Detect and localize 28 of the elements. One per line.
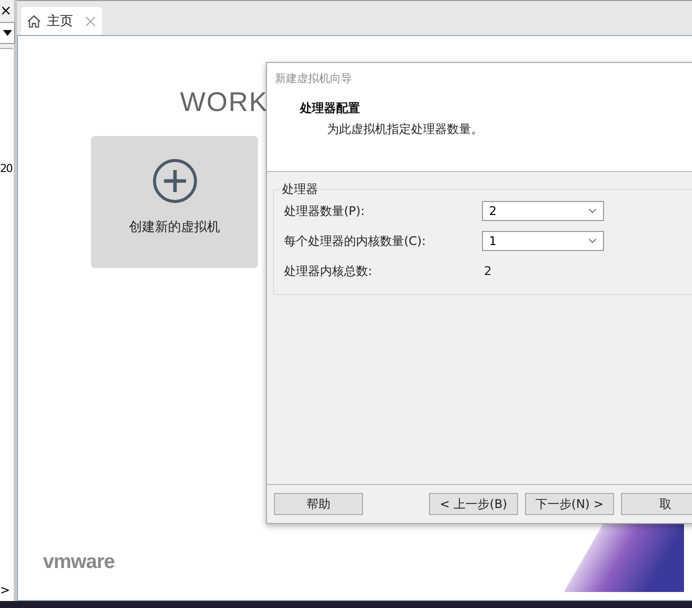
chevron-down-icon [588, 208, 597, 214]
dialog-title: 新建虚拟机向导 [275, 71, 353, 86]
page-heading: 处理器配置 [300, 100, 361, 117]
home-tab[interactable]: 主页 [21, 7, 102, 35]
dialog-button[interactable]: < 上一步(B) [429, 493, 518, 515]
dropdown-field[interactable] [0, 22, 15, 44]
chevron-down-icon [588, 238, 597, 244]
select-field[interactable]: 2 [482, 201, 604, 221]
dialog-button[interactable]: 取 [621, 493, 692, 515]
field-label: 处理器内核总数: [284, 262, 374, 280]
tab-label: 主页 [47, 13, 73, 30]
dropdown-arrow-icon [2, 30, 12, 36]
field-label: 处理器数量(P): [284, 202, 366, 220]
brand-logo: vmware [43, 551, 116, 574]
group-label: 处理器 [281, 181, 319, 198]
scroll-right-button[interactable]: > [0, 583, 13, 597]
dialog-button[interactable]: 下一步(N) > [525, 493, 614, 515]
close-icon[interactable]: × [0, 0, 12, 22]
field-label: 每个处理器的内核数量(C): [284, 232, 427, 250]
dialog-button[interactable]: 帮助 [274, 493, 363, 515]
select-field[interactable]: 1 [482, 231, 604, 251]
list-text: 20 [0, 162, 13, 175]
home-icon [27, 14, 41, 28]
field-value: 2 [483, 264, 492, 278]
logo-text: WORK [180, 87, 268, 118]
create-vm-card[interactable]: 创建新的虚拟机 [91, 136, 258, 268]
page-description: 为此虚拟机指定处理器数量。 [327, 121, 484, 138]
plus-circle-icon [152, 158, 198, 204]
